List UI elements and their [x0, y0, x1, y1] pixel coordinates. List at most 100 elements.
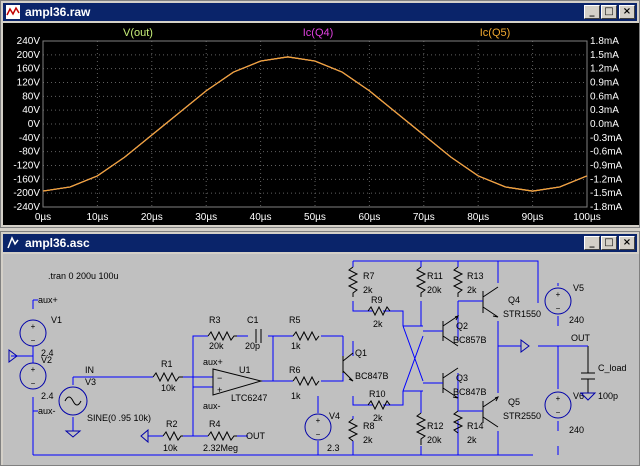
minimize-button[interactable]: _ — [584, 236, 600, 250]
svg-text:−: − — [316, 430, 321, 439]
r11-resistor[interactable] — [415, 266, 427, 297]
r5-resistor[interactable] — [292, 330, 320, 342]
svg-text:+: + — [31, 365, 36, 374]
r7-value: 2k — [363, 285, 373, 295]
r7-resistor[interactable] — [347, 266, 359, 297]
r1-resistor[interactable] — [152, 371, 183, 383]
y-left-tick-label: 40V — [22, 105, 40, 116]
y-left-tick-label: -40V — [19, 133, 40, 144]
v2-source[interactable]: + − — [19, 362, 47, 390]
schematic-titlebar[interactable]: ampl36.asc _ □ × — [3, 234, 637, 252]
svg-text:+: + — [556, 290, 561, 299]
r2-resistor[interactable] — [162, 430, 183, 442]
x-tick-label: 30µs — [195, 212, 217, 223]
svg-text:−: − — [31, 379, 36, 388]
q4-value: STR1550 — [503, 309, 541, 319]
svg-text:−: − — [217, 373, 222, 383]
y-right-tick-label: -0.6mA — [590, 147, 623, 158]
svg-text:+: + — [556, 394, 561, 403]
q5-label: Q5 — [508, 397, 520, 407]
y-right-tick-label: 1.8mA — [590, 36, 619, 47]
y-right-tick-label: 1.2mA — [590, 64, 619, 75]
q3-value: BC847B — [453, 387, 487, 397]
r8-resistor[interactable] — [347, 418, 359, 442]
v3-label: V3 — [85, 377, 96, 387]
v6-source[interactable]: + − — [544, 391, 572, 419]
x-tick-label: 20µs — [141, 212, 163, 223]
r4-label: R4 — [209, 419, 221, 429]
close-button[interactable]: × — [619, 236, 635, 250]
svg-text:−: − — [556, 408, 561, 417]
v3-source[interactable] — [58, 386, 88, 416]
legend-vout[interactable]: V(out) — [123, 27, 153, 39]
y-left-tick-label: 240V — [17, 36, 41, 47]
x-tick-label: 90µs — [522, 212, 544, 223]
r11-value: 20k — [427, 285, 442, 295]
ground-v3-icon — [64, 430, 82, 438]
r8-value: 2k — [363, 435, 373, 445]
c1-value: 20p — [245, 341, 260, 351]
q1-transistor[interactable] — [342, 352, 354, 382]
y-left-tick-label: 120V — [17, 78, 41, 89]
r3-label: R3 — [209, 315, 221, 325]
minimize-button[interactable]: _ — [584, 5, 600, 19]
q4-transistor[interactable] — [482, 286, 499, 318]
ground-r2-icon — [140, 428, 149, 444]
r13-resistor[interactable] — [452, 266, 464, 297]
c-load-capacitor[interactable] — [581, 346, 595, 393]
r3-resistor[interactable] — [207, 330, 237, 342]
legend-icq4[interactable]: Ic(Q4) — [303, 27, 334, 39]
y-right-tick-label: -0.9mA — [590, 161, 623, 172]
x-tick-label: 40µs — [250, 212, 272, 223]
u1-auxm: aux- — [203, 401, 221, 411]
v2-value: 2.4 — [41, 391, 54, 401]
v1-source[interactable]: + − — [19, 319, 47, 347]
r3-value: 20k — [209, 341, 224, 351]
waveform-app-icon — [6, 5, 20, 19]
q1-label: Q1 — [355, 348, 367, 358]
q5-transistor[interactable] — [482, 396, 499, 428]
r8-label: R8 — [363, 421, 375, 431]
legend-icq5[interactable]: Ic(Q5) — [480, 27, 511, 39]
y-left-tick-label: 80V — [22, 91, 40, 102]
x-tick-label: 80µs — [467, 212, 489, 223]
q5-value: STR2550 — [503, 411, 541, 421]
r6-value: 1k — [291, 391, 301, 401]
maximize-button[interactable]: □ — [601, 236, 617, 250]
waveform-plot[interactable]: 240V 1.8mA 200V 1.5mA 160V 1.2mA 120V 0.9mA 80V 0… — [3, 23, 639, 225]
x-tick-label: 10µs — [86, 212, 108, 223]
y-left-tick-label: -200V — [13, 188, 40, 199]
maximize-button[interactable]: □ — [601, 5, 617, 19]
waveform-titlebar[interactable]: ampl36.raw _ □ × — [3, 3, 637, 21]
v5-source[interactable]: + − — [544, 287, 572, 315]
r1-label: R1 — [161, 359, 173, 369]
q1-value: BC847B — [355, 371, 389, 381]
close-button[interactable]: × — [619, 5, 635, 19]
r4-resistor[interactable] — [207, 430, 237, 442]
v3-value: SINE(0 .95 10k) — [87, 413, 151, 423]
r2-value: 10k — [163, 443, 178, 453]
out-net: OUT — [571, 333, 591, 343]
schematic-canvas[interactable]: .tran 0 200u 100u aux+ aux- + − V1 2.4 +… — [3, 254, 639, 465]
tran-directive[interactable]: .tran 0 200u 100u — [48, 271, 119, 281]
q4-label: Q4 — [508, 295, 520, 305]
svg-text:+: + — [31, 322, 36, 331]
r10-label: R10 — [369, 389, 386, 399]
q2-value: BC857B — [453, 335, 487, 345]
r12-resistor[interactable] — [415, 412, 427, 445]
r5-label: R5 — [289, 315, 301, 325]
r9-value: 2k — [373, 319, 383, 329]
r4-value: 2.32Meg — [203, 443, 238, 453]
c1-label: C1 — [247, 315, 259, 325]
r6-resistor[interactable] — [292, 375, 320, 387]
schematic-title: ampl36.asc — [25, 236, 90, 250]
svg-text:−: − — [31, 336, 36, 345]
y-right-tick-label: 0.0mA — [590, 119, 619, 130]
r12-label: R12 — [427, 421, 444, 431]
q3-label: Q3 — [456, 373, 468, 383]
out-feedback-label: OUT — [246, 431, 266, 441]
v4-source[interactable]: + − — [304, 413, 332, 441]
r9-label: R9 — [371, 295, 383, 305]
y-left-tick-label: 0V — [28, 119, 41, 130]
r1-value: 10k — [161, 383, 176, 393]
